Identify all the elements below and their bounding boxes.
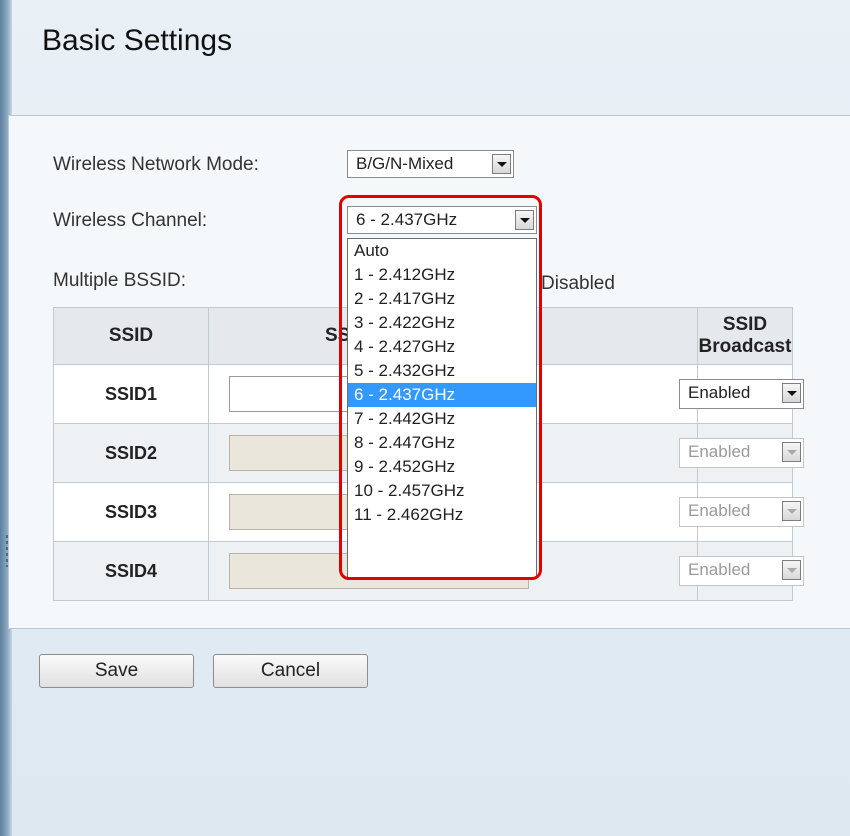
broadcast-value: Enabled xyxy=(688,383,751,402)
chevron-down-icon[interactable] xyxy=(492,154,511,174)
chevron-down-icon[interactable] xyxy=(782,383,801,403)
header-ssid: SSID xyxy=(53,307,209,365)
ssid3-broadcast-select: Enabled xyxy=(679,497,804,527)
channel-option[interactable]: 5 - 2.432GHz xyxy=(348,359,536,383)
ssid-name: SSID4 xyxy=(53,541,209,601)
ssid1-broadcast-select[interactable]: Enabled xyxy=(679,379,804,409)
channel-option[interactable]: 10 - 2.457GHz xyxy=(348,479,536,503)
channel-option[interactable]: 7 - 2.442GHz xyxy=(348,407,536,431)
channel-option[interactable]: 4 - 2.427GHz xyxy=(348,335,536,359)
broadcast-cell: Enabled xyxy=(679,364,804,424)
channel-option[interactable]: 1 - 2.412GHz xyxy=(348,263,536,287)
header-ssid-broadcast: SSID Broadcast xyxy=(697,307,793,365)
chevron-down-icon[interactable] xyxy=(515,210,534,230)
broadcast-value: Enabled xyxy=(688,560,751,579)
ssid-name: SSID2 xyxy=(53,423,209,483)
page-title: Basic Settings xyxy=(42,24,233,57)
channel-option[interactable]: Auto xyxy=(348,239,536,263)
channel-option[interactable]: 2 - 2.417GHz xyxy=(348,287,536,311)
broadcast-value: Enabled xyxy=(688,442,751,461)
broadcast-cell: Enabled xyxy=(679,541,804,601)
broadcast-cell: Enabled xyxy=(679,482,804,542)
network-mode-select[interactable]: B/G/N-Mixed xyxy=(347,150,514,178)
channel-option[interactable]: 8 - 2.447GHz xyxy=(348,431,536,455)
multiple-bssid-disabled-label: Disabled xyxy=(541,273,615,294)
chevron-down-icon xyxy=(782,501,801,521)
wireless-channel-value: 6 - 2.437GHz xyxy=(356,210,458,229)
wireless-channel-label: Wireless Channel: xyxy=(53,210,208,231)
network-mode-label: Wireless Network Mode: xyxy=(53,154,259,175)
ssid4-broadcast-select: Enabled xyxy=(679,556,804,586)
wireless-channel-dropdown-list: Auto 1 - 2.412GHz 2 - 2.417GHz 3 - 2.422… xyxy=(347,238,537,578)
broadcast-cell: Enabled xyxy=(679,423,804,483)
channel-option[interactable]: 9 - 2.452GHz xyxy=(348,455,536,479)
ssid-name: SSID1 xyxy=(53,364,209,424)
broadcast-value: Enabled xyxy=(688,501,751,520)
ssid-name: SSID3 xyxy=(53,482,209,542)
network-mode-value: B/G/N-Mixed xyxy=(356,154,454,173)
ssid2-broadcast-select: Enabled xyxy=(679,438,804,468)
channel-option[interactable]: 3 - 2.422GHz xyxy=(348,311,536,335)
cancel-button[interactable]: Cancel xyxy=(213,654,368,688)
chevron-down-icon xyxy=(782,560,801,580)
chevron-down-icon xyxy=(782,442,801,462)
save-button[interactable]: Save xyxy=(39,654,194,688)
wireless-channel-select[interactable]: 6 - 2.437GHz xyxy=(347,206,537,234)
channel-option-selected[interactable]: 6 - 2.437GHz xyxy=(348,383,536,407)
multiple-bssid-label: Multiple BSSID: xyxy=(53,270,187,291)
channel-option[interactable]: 11 - 2.462GHz xyxy=(348,503,536,527)
